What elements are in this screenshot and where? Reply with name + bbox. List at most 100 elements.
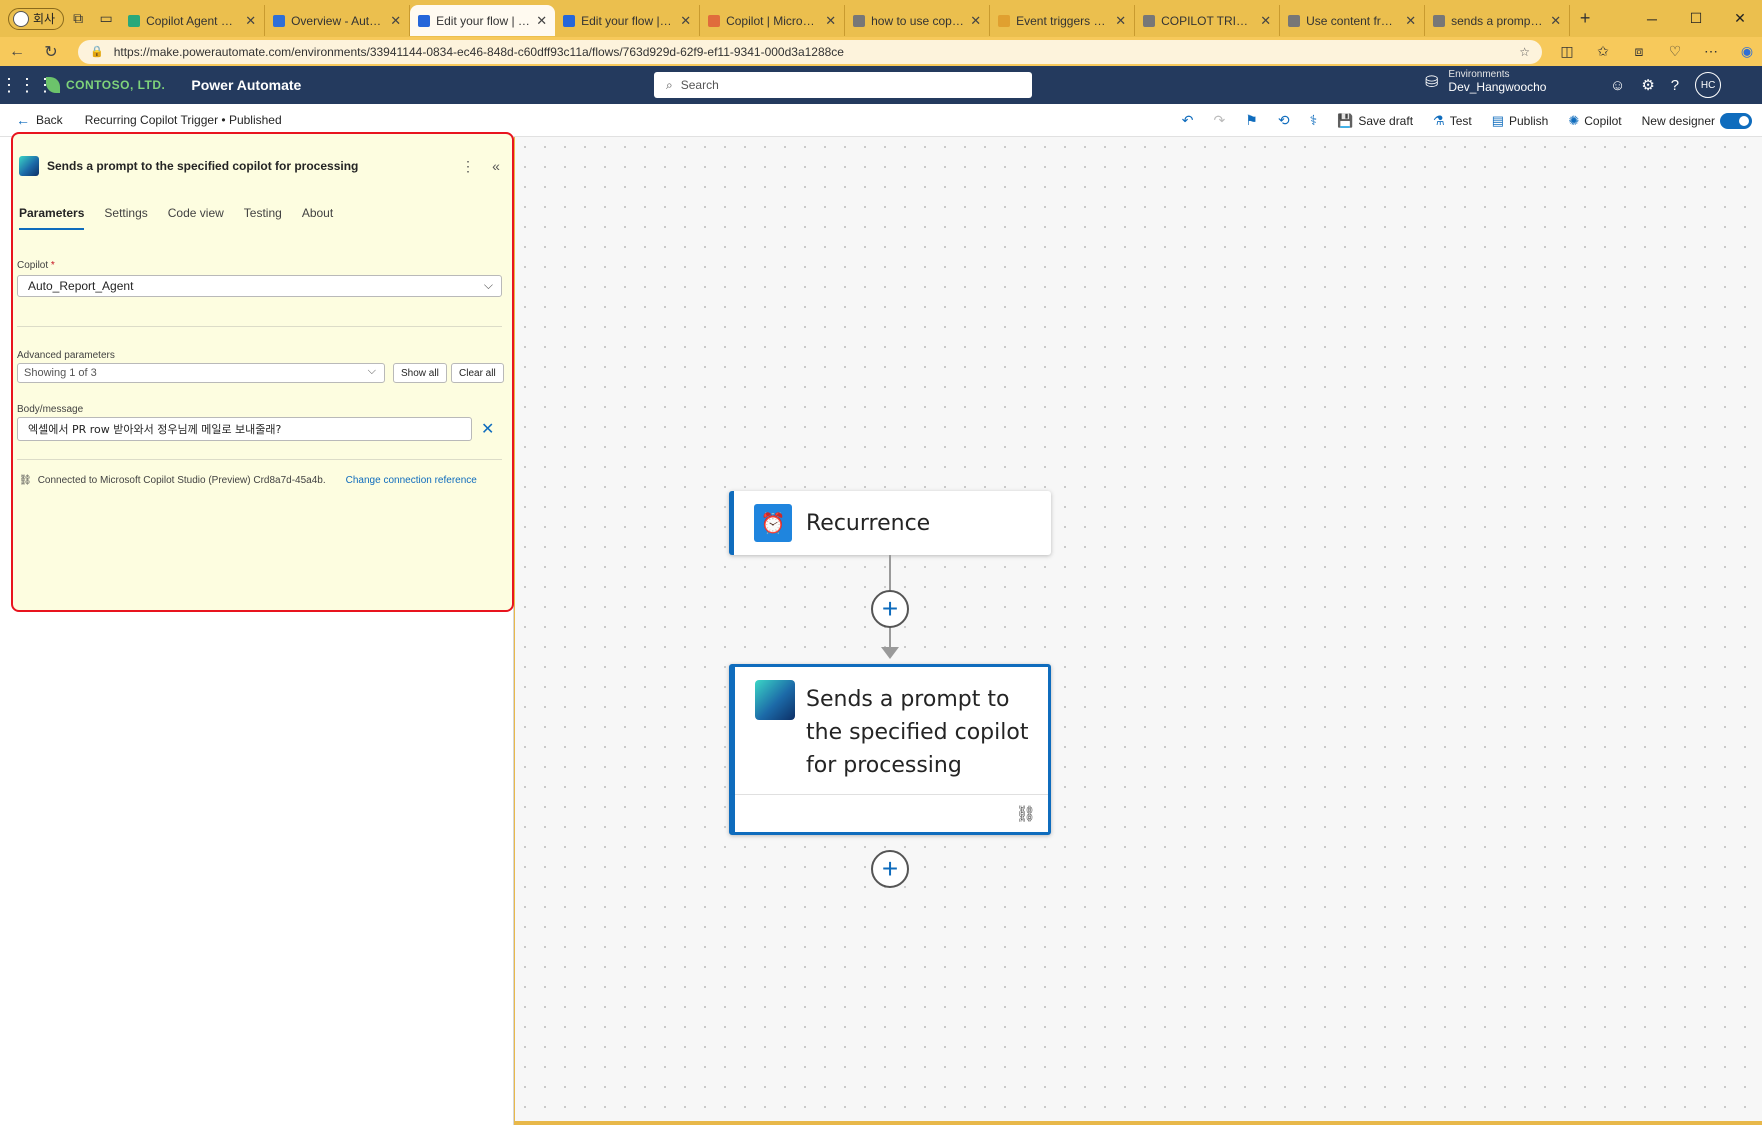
favorites-icon[interactable]: ✩	[1590, 43, 1616, 60]
browser-tab[interactable]: Event triggers overview ✕	[990, 5, 1136, 36]
tab-title: sends a prompt to spe	[1451, 13, 1544, 28]
close-window-icon[interactable]: ✕	[1718, 0, 1762, 37]
tab-testing[interactable]: Testing	[244, 206, 282, 230]
tab-title: Copilot Agent BootCa	[146, 13, 239, 28]
browser-tab[interactable]: how to use copilot trig ✕	[845, 5, 991, 36]
close-tab-icon[interactable]: ✕	[1405, 13, 1416, 29]
redo-icon[interactable]: ↷	[1214, 112, 1226, 129]
close-tab-icon[interactable]: ✕	[390, 13, 401, 29]
copilot-dropdown[interactable]: Auto_Report_Agent ⌵	[17, 275, 502, 297]
copilot-label-text: Copilot	[17, 260, 49, 271]
health-stethoscope-icon[interactable]: ⚕	[1310, 112, 1318, 129]
flow-checker-icon[interactable]: ⚑	[1245, 112, 1258, 129]
action-details-panel: Sends a prompt to the specified copilot …	[11, 132, 514, 612]
close-tab-icon[interactable]: ✕	[825, 13, 836, 29]
browser-tab[interactable]: Use content from @(tr ✕	[1280, 5, 1426, 36]
tab-settings[interactable]: Settings	[104, 206, 147, 230]
close-tab-icon[interactable]: ✕	[245, 13, 256, 29]
tab-favicon-icon	[998, 14, 1011, 27]
more-browser-icon[interactable]: ⋯	[1698, 43, 1724, 60]
browser-tab[interactable]: Copilot | Microsoft 36 ✕	[700, 5, 846, 36]
copilot-studio-icon	[19, 156, 39, 176]
insert-step-button[interactable]: +	[871, 590, 909, 628]
collapse-panel-icon[interactable]: «	[486, 158, 506, 174]
required-marker: *	[50, 260, 55, 271]
clear-all-button[interactable]: Clear all	[451, 363, 504, 383]
url-field[interactable]: 🔒 https://make.powerautomate.com/environ…	[78, 39, 1542, 64]
app-launcher-icon[interactable]: ⋮⋮⋮	[0, 75, 54, 96]
back-button[interactable]: ← Back	[16, 112, 63, 128]
browser-tab[interactable]: Edit your flow | Power ✕	[410, 5, 556, 36]
toggle-switch[interactable]	[1720, 112, 1752, 129]
search-input[interactable]: ⌕ Search	[654, 72, 1032, 98]
refresh-icon[interactable]: ↻	[34, 42, 68, 62]
connection-link-icon[interactable]: ⛓	[1016, 804, 1036, 824]
copilot-action-card[interactable]: Sends a prompt to the specified copilot …	[729, 664, 1051, 835]
copilot-browser-icon[interactable]: ◉	[1734, 43, 1760, 60]
tab-about[interactable]: About	[302, 206, 333, 230]
close-tab-icon[interactable]: ✕	[1260, 13, 1271, 29]
change-connection-link[interactable]: Change connection reference	[346, 475, 477, 486]
flow-canvas[interactable]: ⏰ Recurrence + Sends a prompt to the spe…	[515, 137, 1762, 1121]
version-history-icon[interactable]: ⟲	[1278, 112, 1290, 129]
settings-gear-icon[interactable]: ⚙	[1641, 76, 1654, 94]
environment-picker[interactable]: ⛁ Environments Dev_Hangwoocho	[1425, 69, 1546, 94]
publish-button[interactable]: ▤ Publish	[1492, 113, 1549, 129]
profile-button[interactable]: 회사	[8, 7, 65, 30]
show-all-button[interactable]: Show all	[393, 363, 447, 383]
save-draft-button[interactable]: 💾 Save draft	[1337, 113, 1413, 129]
body-message-label: Body/message	[17, 404, 84, 415]
connection-info: ⛓ Connected to Microsoft Copilot Studio …	[19, 475, 477, 486]
browser-tab[interactable]: COPILOT TRIGGER REC ✕	[1135, 5, 1281, 36]
close-tab-icon[interactable]: ✕	[1115, 13, 1126, 29]
browser-tab[interactable]: Copilot Agent BootCa ✕	[120, 5, 266, 36]
recurrence-trigger-card[interactable]: ⏰ Recurrence	[729, 491, 1051, 555]
tab-favicon-icon	[273, 14, 286, 27]
user-avatar[interactable]: HC	[1695, 72, 1722, 98]
connector-arrow	[881, 647, 899, 659]
close-tab-icon[interactable]: ✕	[536, 13, 547, 29]
close-tab-icon[interactable]: ✕	[1550, 13, 1561, 29]
maximize-icon[interactable]: ☐	[1674, 0, 1718, 37]
collections-icon[interactable]: ⧈	[1626, 43, 1652, 60]
lock-icon: 🔒	[90, 46, 104, 58]
close-tab-icon[interactable]: ✕	[970, 13, 981, 29]
minimize-icon[interactable]: ─	[1630, 0, 1674, 37]
close-tab-icon[interactable]: ✕	[680, 13, 691, 29]
app-name[interactable]: Power Automate	[191, 77, 301, 93]
undo-icon[interactable]: ↶	[1182, 112, 1194, 129]
url-text: https://make.powerautomate.com/environme…	[113, 44, 844, 59]
more-options-icon[interactable]: ⋮	[458, 158, 478, 175]
favorite-star-icon[interactable]: ☆	[1519, 45, 1530, 59]
tab-parameters[interactable]: Parameters	[19, 206, 85, 230]
panel-title: Sends a prompt to the specified copilot …	[47, 159, 359, 173]
test-button[interactable]: ⚗ Test	[1433, 113, 1472, 129]
body-message-input[interactable]: 엑셀에서 PR row 받아와서 정우님께 메일로 보내줄래?	[17, 417, 472, 441]
tab-code-view[interactable]: Code view	[168, 206, 224, 230]
back-nav-icon[interactable]: ←	[0, 43, 34, 61]
body-message-value: 엑셀에서 PR row 받아와서 정우님께 메일로 보내줄래?	[28, 423, 282, 436]
search-icon: ⌕	[666, 77, 673, 92]
tab-title: Overview - Auto_Repo	[291, 13, 384, 28]
browser-tab[interactable]: sends a prompt to spe ✕	[1425, 5, 1571, 36]
back-label: Back	[36, 113, 63, 127]
copilot-button[interactable]: ✺ Copilot	[1568, 113, 1621, 129]
profile-avatar-icon	[13, 10, 29, 27]
copilot-label: Copilot	[1584, 113, 1622, 128]
browser-tab[interactable]: Edit your flow | Power ✕	[555, 5, 701, 36]
extensions-icon[interactable]: ♡	[1662, 43, 1688, 60]
tab-favicon-icon	[128, 14, 141, 27]
split-screen-icon[interactable]: ◫	[1554, 43, 1580, 60]
browser-tab[interactable]: Overview - Auto_Repo ✕	[265, 5, 411, 36]
recurrence-title: Recurrence	[806, 510, 931, 536]
publish-icon: ▤	[1491, 112, 1504, 128]
remove-parameter-icon[interactable]: ✕	[481, 419, 494, 439]
feedback-smiley-icon[interactable]: ☺	[1610, 77, 1625, 94]
add-step-button[interactable]: +	[871, 850, 909, 888]
new-tab-button[interactable]: +	[1570, 8, 1600, 29]
new-designer-toggle[interactable]: New designer	[1642, 112, 1752, 129]
help-icon[interactable]: ?	[1671, 77, 1679, 94]
advanced-parameters-dropdown[interactable]: Showing 1 of 3 ⌵	[17, 363, 385, 383]
workspaces-icon[interactable]: ⧉	[64, 5, 92, 33]
tab-actions-icon[interactable]: ▭	[92, 5, 120, 33]
